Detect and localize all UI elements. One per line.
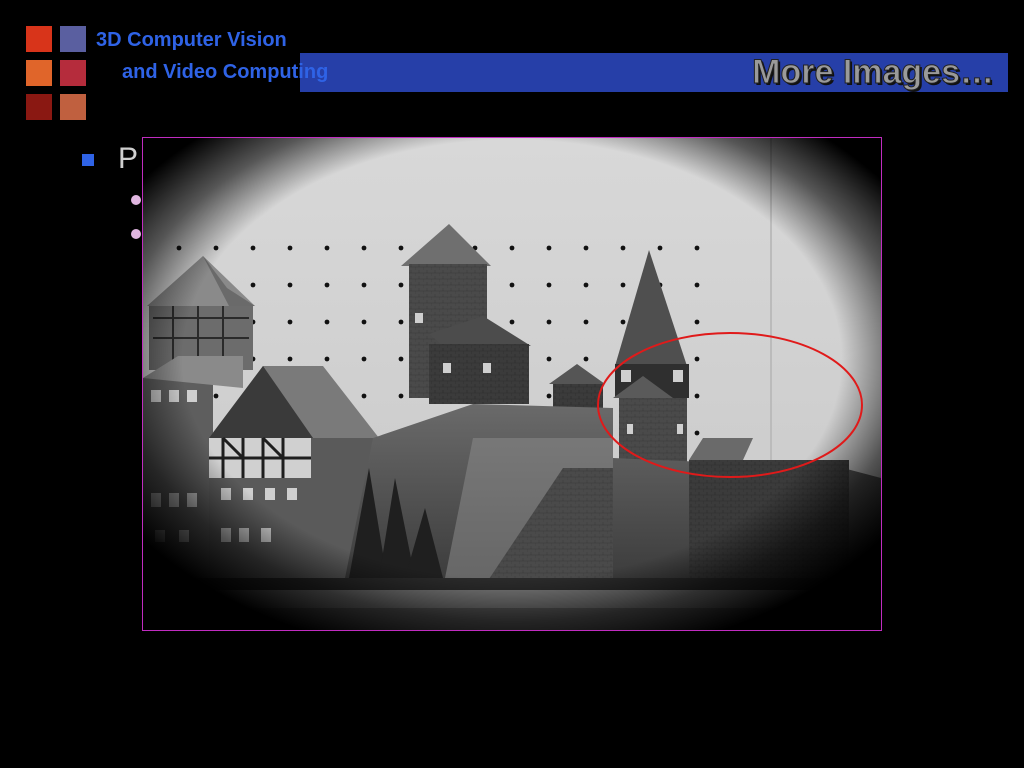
logo-square xyxy=(60,60,86,86)
sub-bullet-dot-icon xyxy=(131,195,141,205)
logo-square xyxy=(26,94,52,120)
slide-title: More Images… xyxy=(752,53,995,92)
sub-bullet-dot-icon xyxy=(131,229,141,239)
bullet-text: P xyxy=(118,142,139,175)
course-title-line1: 3D Computer Vision xyxy=(96,29,287,51)
logo-square xyxy=(26,60,52,86)
bullet-square-icon xyxy=(82,154,94,166)
castle-photo xyxy=(142,137,882,631)
course-title-line2: and Video Computing xyxy=(122,61,329,83)
castle-photo-graphic xyxy=(143,138,881,630)
logo-square xyxy=(60,26,86,52)
logo-square xyxy=(26,26,52,52)
logo-square xyxy=(60,94,86,120)
